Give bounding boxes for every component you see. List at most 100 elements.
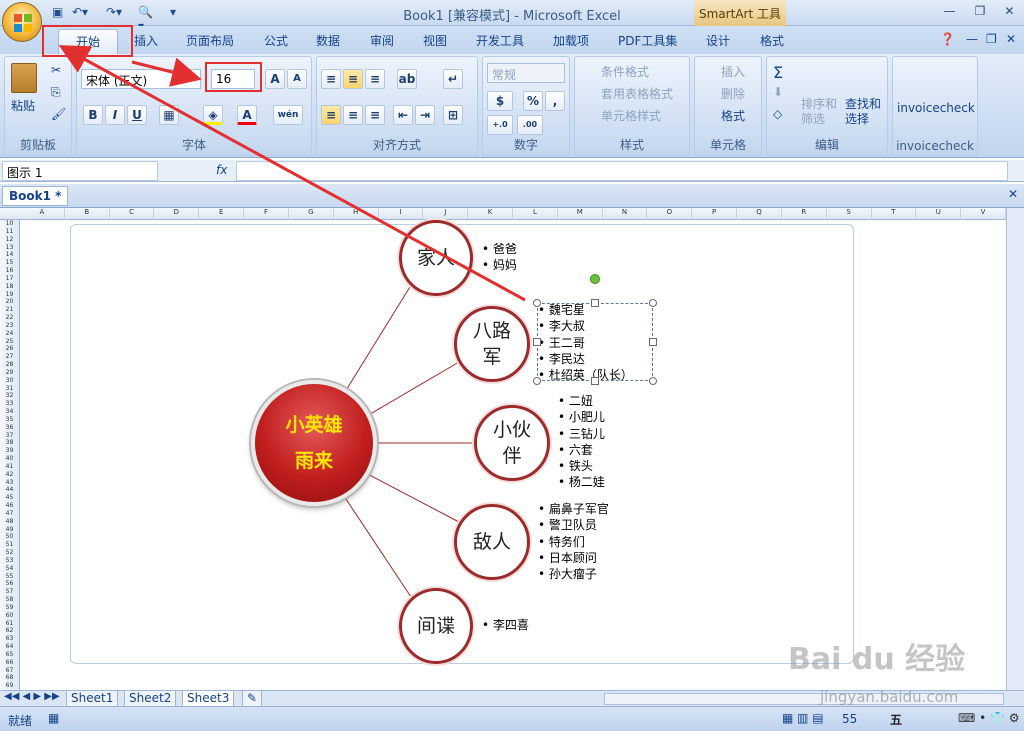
column-header[interactable]: I <box>379 208 424 220</box>
increase-indent-icon[interactable]: ⇥ <box>415 105 435 125</box>
row-header[interactable]: 41 <box>0 463 19 471</box>
increase-decimal-icon[interactable]: +.0 <box>487 115 513 135</box>
row-header[interactable]: 18 <box>0 283 19 291</box>
resize-handle[interactable] <box>591 299 599 307</box>
shrink-font-button[interactable]: A <box>287 69 307 89</box>
align-right-icon[interactable]: ≡ <box>365 105 385 125</box>
ime-indicator[interactable]: 五 <box>890 711 902 728</box>
copy-icon[interactable]: ⎘ <box>51 85 61 100</box>
ribbon-close-icon[interactable]: ✕ <box>1006 32 1016 46</box>
row-header[interactable]: 53 <box>0 557 19 565</box>
ribbon-minimize-icon[interactable]: — <box>966 32 978 46</box>
resize-handle[interactable] <box>591 377 599 385</box>
bullet-list-spy[interactable]: 李四喜 <box>482 617 529 633</box>
column-header[interactable]: F <box>244 208 289 220</box>
wrap-text-icon[interactable]: ↵ <box>443 69 463 89</box>
node-enemies[interactable]: 敌人 <box>454 504 530 580</box>
tab-pdf-tools[interactable]: PDF工具集 <box>618 32 677 49</box>
grow-font-button[interactable]: A <box>265 69 285 89</box>
node-friends[interactable]: 小伙伴 <box>474 405 550 481</box>
column-header[interactable]: P <box>692 208 738 220</box>
row-header[interactable]: 50 <box>0 533 19 541</box>
row-header[interactable]: 27 <box>0 353 19 361</box>
column-header[interactable]: V <box>961 208 1006 220</box>
ime-toolbar-icon[interactable]: ⌨ • 👕 ⚙ <box>958 711 1020 725</box>
sort-filter-button[interactable]: 排序和 筛选 <box>801 97 837 127</box>
column-header[interactable]: U <box>916 208 962 220</box>
view-buttons-icon[interactable]: ▦ ▥ ▤ <box>782 711 824 725</box>
row-header[interactable]: 14 <box>0 251 19 259</box>
align-middle-icon[interactable]: ≡ <box>343 69 363 89</box>
row-header[interactable]: 43 <box>0 479 19 487</box>
tab-page-layout[interactable]: 页面布局 <box>186 32 234 49</box>
ribbon-restore-icon[interactable]: ❐ <box>986 32 997 46</box>
row-header[interactable]: 33 <box>0 400 19 408</box>
cell-styles-button[interactable]: 单元格样式 <box>601 107 661 124</box>
row-header[interactable]: 35 <box>0 416 19 424</box>
row-header[interactable]: 38 <box>0 439 19 447</box>
column-header[interactable]: H <box>334 208 379 220</box>
row-header[interactable]: 26 <box>0 345 19 353</box>
row-header[interactable]: 17 <box>0 275 19 283</box>
column-header[interactable]: T <box>872 208 917 220</box>
row-header[interactable]: 47 <box>0 510 19 518</box>
row-header[interactable]: 16 <box>0 267 19 275</box>
tab-design[interactable]: 设计 <box>706 32 730 49</box>
column-header[interactable]: R <box>782 208 827 220</box>
column-header[interactable]: E <box>199 208 245 220</box>
row-header[interactable]: 22 <box>0 314 19 322</box>
fill-color-icon[interactable]: ◈ <box>203 105 223 125</box>
autosum-button[interactable]: Σ <box>773 63 783 82</box>
workbook-tab[interactable]: Book1 * <box>2 186 69 206</box>
row-header[interactable]: 25 <box>0 338 19 346</box>
row-header[interactable]: 51 <box>0 541 19 549</box>
paste-button[interactable]: 粘贴 <box>11 97 35 114</box>
resize-handle[interactable] <box>533 338 541 346</box>
sheet-nav-icon[interactable]: ◀◀ ◀ ▶ ▶▶ <box>4 691 60 702</box>
row-header[interactable]: 10 <box>0 220 19 228</box>
align-top-icon[interactable]: ≡ <box>321 69 341 89</box>
currency-icon[interactable]: $ <box>487 91 513 111</box>
office-button[interactable] <box>2 2 42 42</box>
number-format-select[interactable]: 常规 <box>487 63 565 83</box>
row-header[interactable]: 58 <box>0 596 19 604</box>
column-header[interactable]: J <box>423 208 469 220</box>
phonetic-button[interactable]: wén <box>273 105 303 125</box>
tab-developer[interactable]: 开发工具 <box>476 32 524 49</box>
row-header[interactable]: 56 <box>0 580 19 588</box>
column-header[interactable]: N <box>603 208 648 220</box>
row-header[interactable]: 64 <box>0 643 19 651</box>
column-header[interactable]: B <box>65 208 110 220</box>
insert-cells-button[interactable]: 插入 <box>721 63 745 80</box>
column-header[interactable]: O <box>647 208 693 220</box>
row-header[interactable]: 12 <box>0 236 19 244</box>
row-header[interactable]: 55 <box>0 573 19 581</box>
font-name-select[interactable]: 宋体 (正文) <box>81 69 201 89</box>
decrease-decimal-icon[interactable]: .00 <box>517 115 543 135</box>
column-header[interactable]: D <box>154 208 200 220</box>
row-header[interactable]: 45 <box>0 494 19 502</box>
row-header[interactable]: 63 <box>0 635 19 643</box>
bullet-list-enemies[interactable]: 扁鼻子军官 警卫队员 特务们 日本顾问 孙大瘤子 <box>538 501 609 582</box>
tab-review[interactable]: 审阅 <box>370 32 394 49</box>
node-eighth-route-army[interactable]: 八路军 <box>454 306 530 382</box>
row-header[interactable]: 42 <box>0 471 19 479</box>
help-icon[interactable]: ❓ <box>940 32 955 46</box>
row-header[interactable]: 49 <box>0 526 19 534</box>
vertical-scrollbar[interactable] <box>1006 208 1024 690</box>
formula-input[interactable] <box>236 161 1008 181</box>
row-header[interactable]: 59 <box>0 604 19 612</box>
row-header[interactable]: 60 <box>0 612 19 620</box>
row-header[interactable]: 23 <box>0 322 19 330</box>
row-header[interactable]: 28 <box>0 361 19 369</box>
row-header[interactable]: 57 <box>0 588 19 596</box>
paste-icon[interactable] <box>11 63 37 93</box>
column-header[interactable]: C <box>110 208 155 220</box>
resize-handle[interactable] <box>533 299 541 307</box>
row-header[interactable]: 19 <box>0 291 19 299</box>
column-header[interactable]: L <box>513 208 558 220</box>
sheet-tab-active[interactable]: Sheet3 <box>182 691 235 707</box>
tab-formulas[interactable]: 公式 <box>264 32 288 49</box>
insert-sheet-icon[interactable]: ✎ <box>242 691 263 707</box>
find-select-button[interactable]: 查找和 选择 <box>845 97 881 127</box>
